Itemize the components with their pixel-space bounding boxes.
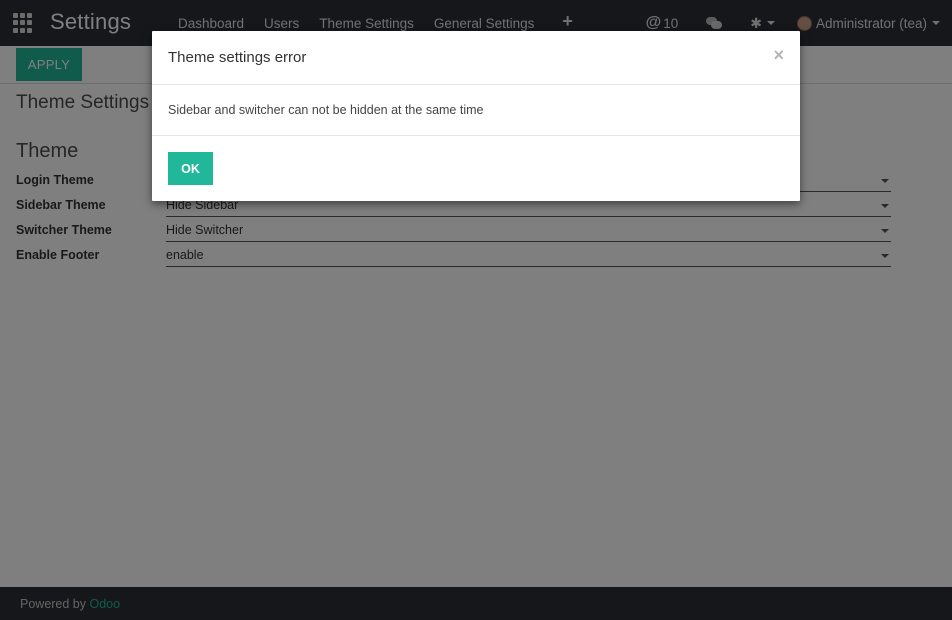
error-message: Sidebar and switcher can not be hidden a… <box>168 103 484 117</box>
modal-header: Theme settings error × <box>152 31 800 85</box>
modal-body: Sidebar and switcher can not be hidden a… <box>152 85 800 136</box>
modal-title: Theme settings error <box>168 49 307 66</box>
modal-footer: OK <box>152 136 800 201</box>
close-icon[interactable]: × <box>773 46 784 64</box>
error-dialog: Theme settings error × Sidebar and switc… <box>152 31 800 201</box>
ok-button[interactable]: OK <box>168 152 213 185</box>
